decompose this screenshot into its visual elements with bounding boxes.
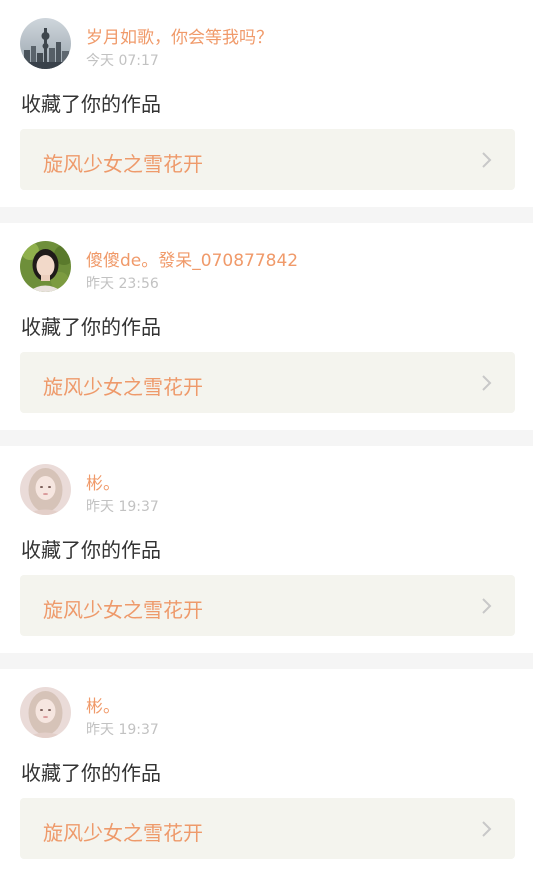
username[interactable]: 岁月如歌，你会等我吗？ [86,23,273,48]
activity-text: 收藏了你的作品 [21,761,161,785]
work-link[interactable]: 旋风少女之雪花开 [20,798,515,859]
notification-item: 傻傻de。發呆_070877842 昨天 23:56 收藏了你的作品 旋风少女之… [0,223,533,430]
user-avatar[interactable] [20,241,71,292]
timestamp: 昨天 19:37 [86,722,159,738]
timestamp: 今天 07:17 [86,53,159,69]
notification-item: 岁月如歌，你会等我吗？ 今天 07:17 收藏了你的作品 旋风少女之雪花开 [0,0,533,207]
username[interactable]: 傻傻de。發呆_070877842 [86,246,298,271]
chevron-right-icon [482,152,492,168]
username[interactable]: 彬。 [86,469,120,494]
separator [0,430,533,446]
chevron-right-icon [482,375,492,391]
timestamp: 昨天 19:37 [86,499,159,515]
separator [0,653,533,669]
work-title: 旋风少女之雪花开 [43,152,203,176]
girl-portrait-avatar-icon [20,464,71,515]
notification-item: 彬。 昨天 19:37 收藏了你的作品 旋风少女之雪花开 [0,446,533,653]
activity-text: 收藏了你的作品 [21,315,161,339]
work-title: 旋风少女之雪花开 [43,598,203,622]
username[interactable]: 彬。 [86,692,120,717]
user-avatar[interactable] [20,18,71,69]
work-link[interactable]: 旋风少女之雪花开 [20,352,515,413]
timestamp: 昨天 23:56 [86,276,159,292]
work-title: 旋风少女之雪花开 [43,821,203,845]
city-skyline-avatar-icon [20,18,71,69]
activity-text: 收藏了你的作品 [21,538,161,562]
chevron-right-icon [482,598,492,614]
work-title: 旋风少女之雪花开 [43,375,203,399]
activity-text: 收藏了你的作品 [21,92,161,116]
notification-feed: 岁月如歌，你会等我吗？ 今天 07:17 收藏了你的作品 旋风少女之雪花开 傻傻… [0,0,533,876]
work-link[interactable]: 旋风少女之雪花开 [20,129,515,190]
girl-portrait-avatar-icon [20,687,71,738]
separator [0,207,533,223]
user-avatar[interactable] [20,687,71,738]
user-avatar[interactable] [20,464,71,515]
notification-item: 彬。 昨天 19:37 收藏了你的作品 旋风少女之雪花开 [0,669,533,876]
work-link[interactable]: 旋风少女之雪花开 [20,575,515,636]
chevron-right-icon [482,821,492,837]
woman-portrait-avatar-icon [20,241,71,292]
